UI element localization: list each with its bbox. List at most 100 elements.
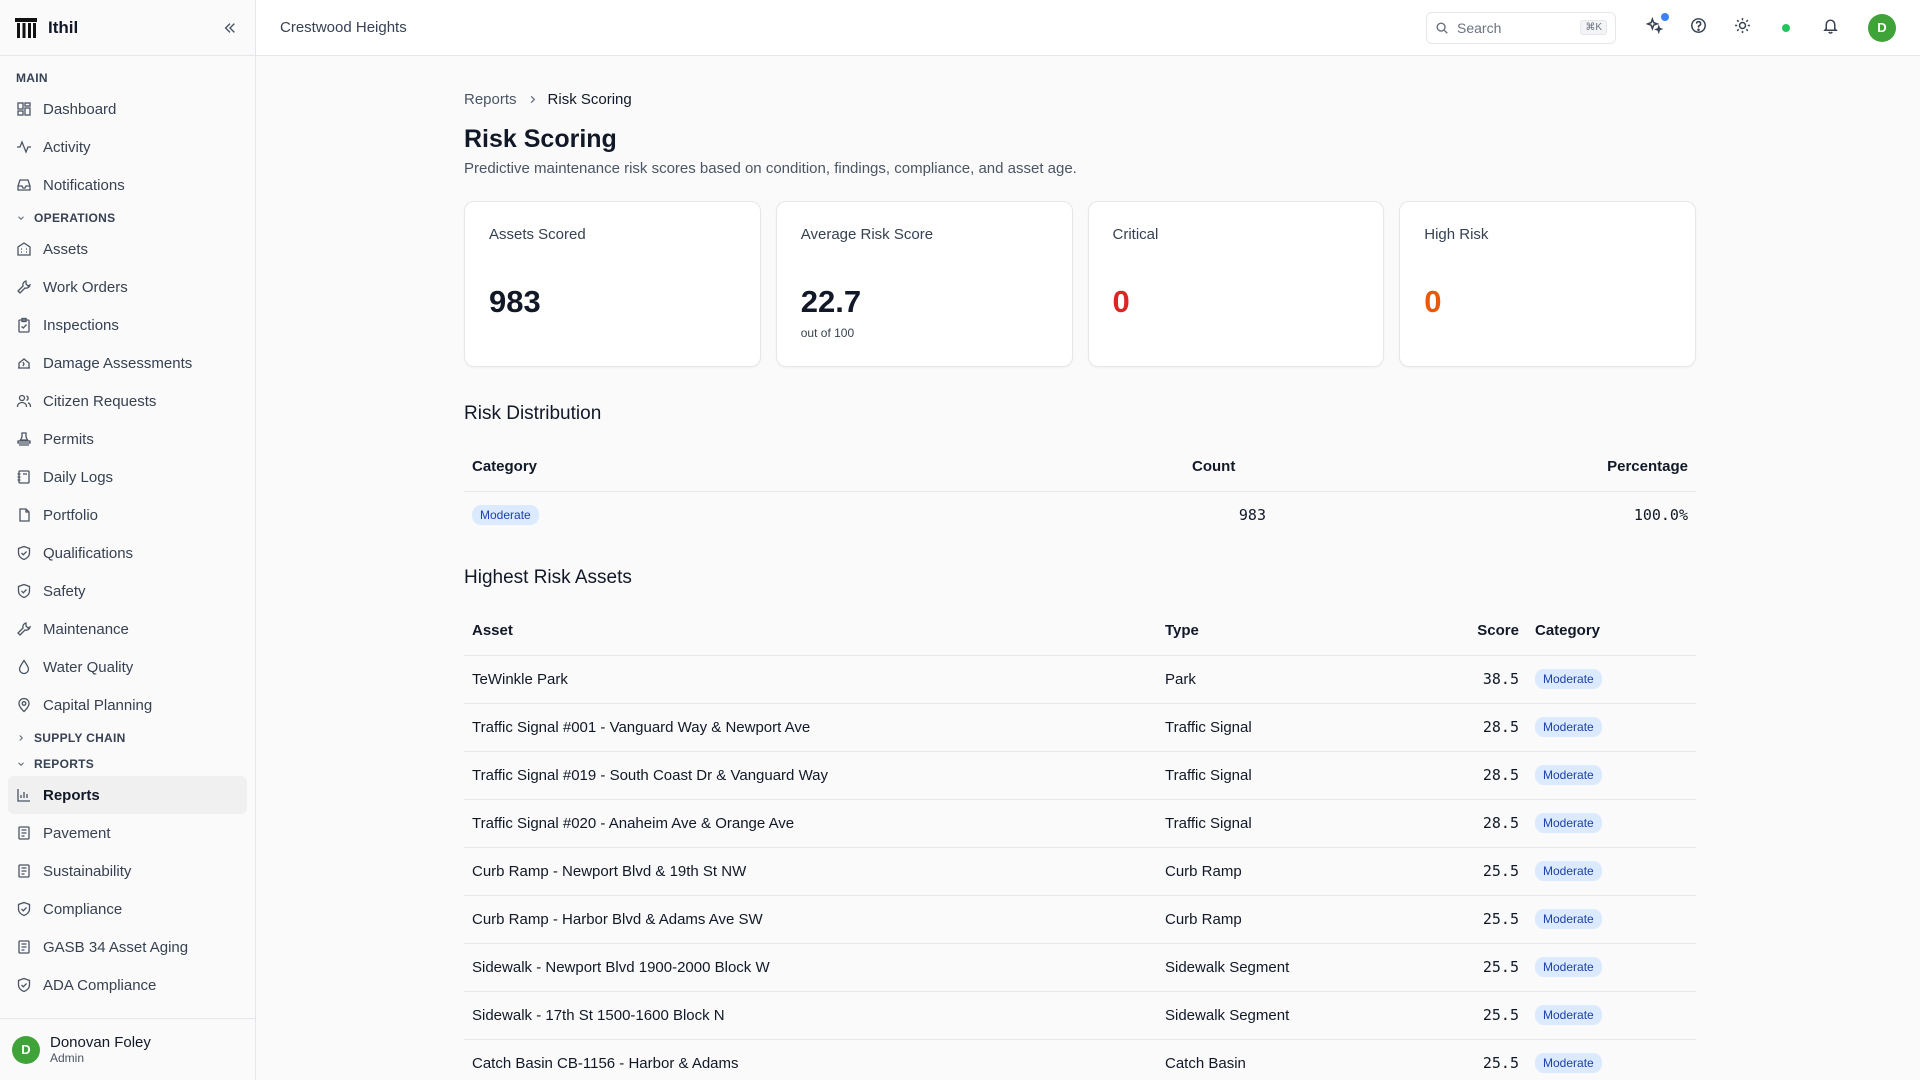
stamp-icon [16,431,32,447]
theme-toggle-button[interactable] [1730,16,1754,40]
score-cell: 25.5 [1407,991,1527,1040]
wrench-icon [16,621,32,637]
count-cell: 983 [1238,506,1266,525]
brand-name: Ithil [48,17,79,37]
category-badge: Moderate [1535,957,1602,977]
sidebar-item-reports[interactable]: Reports [8,776,247,814]
sidebar-item-capital-planning[interactable]: Capital Planning [8,686,247,724]
asset-cell[interactable]: TeWinkle Park [464,655,1157,704]
sidebar-item-label: Water Quality [43,658,134,676]
stat-label: Assets Scored [489,226,586,243]
asset-cell[interactable]: Sidewalk - Newport Blvd 1900-2000 Block … [464,943,1157,992]
asset-cell[interactable]: Traffic Signal #019 - South Coast Dr & V… [464,751,1157,800]
bar-chart-icon [16,787,32,803]
sidebar-item-permits[interactable]: Permits [8,420,247,458]
table-row[interactable]: Traffic Signal #001 - Vanguard Way & New… [464,703,1696,752]
table-row[interactable]: Traffic Signal #020 - Anaheim Ave & Oran… [464,799,1696,848]
user-profile[interactable]: D Donovan Foley Admin [0,1018,256,1080]
stat-label: High Risk [1424,226,1489,243]
breadcrumb-reports-link[interactable]: Reports [464,91,517,108]
section-main: MAIN [16,71,48,85]
sidebar-item-water-quality[interactable]: Water Quality [8,648,247,686]
section-operations[interactable]: OPERATIONS [8,206,247,230]
topbar: Crestwood Heights Search ⌘K D [256,0,1920,56]
shield-check-icon [16,583,32,599]
table-row[interactable]: Curb Ramp - Newport Blvd & 19th St NW Cu… [464,847,1696,896]
asset-cell[interactable]: Curb Ramp - Newport Blvd & 19th St NW [464,847,1157,896]
table-row[interactable]: TeWinkle Park Park 38.5 Moderate [464,655,1696,704]
type-cell: Sidewalk Segment [1157,943,1407,992]
page-content: Reports Risk Scoring Risk Scoring Predic… [464,57,1696,1080]
asset-cell[interactable]: Curb Ramp - Harbor Blvd & Adams Ave SW [464,895,1157,944]
type-cell: Traffic Signal [1157,799,1407,848]
table-row[interactable]: Catch Basin CB-1156 - Harbor & Adams Cat… [464,1039,1696,1080]
sidebar-item-label: Assets [43,240,89,258]
chevron-down-icon [16,759,28,769]
help-button[interactable] [1686,16,1710,40]
breadcrumb-current: Risk Scoring [547,90,632,108]
column-header-count: Count [1184,443,1274,492]
droplet-icon [16,659,32,675]
table-row[interactable]: Traffic Signal #019 - South Coast Dr & V… [464,751,1696,800]
search-input[interactable]: Search ⌘K [1426,11,1616,44]
notification-dot [1661,12,1669,21]
notebook-icon [16,469,32,485]
sidebar-item-safety[interactable]: Safety [8,572,247,610]
stat-value: 983 [489,284,541,319]
stat-value: 0 [1424,284,1442,319]
search-placeholder: Search [1457,19,1502,36]
sidebar-item-ada-compliance[interactable]: ADA Compliance [8,966,247,1004]
sidebar-item-pavement[interactable]: Pavement [8,814,247,852]
type-cell: Curb Ramp [1157,895,1407,944]
report-icon [16,863,32,879]
sidebar-item-activity[interactable]: Activity [8,128,247,166]
status-indicator[interactable] [1774,16,1798,40]
category-badge: Moderate [1535,717,1602,737]
sidebar-item-compliance[interactable]: Compliance [8,890,247,928]
table-row[interactable]: Sidewalk - Newport Blvd 1900-2000 Block … [464,943,1696,992]
sidebar-item-label: Work Orders [43,278,128,296]
sidebar-item-gasb-34-asset-aging[interactable]: GASB 34 Asset Aging [8,928,247,966]
percentage-cell: 100.0% [1633,506,1688,525]
sidebar-item-citizen-requests[interactable]: Citizen Requests [8,382,247,420]
avatar: D [12,1035,40,1064]
sidebar-item-qualifications[interactable]: Qualifications [8,534,247,572]
sidebar-item-label: ADA Compliance [43,976,157,994]
category-cell: Moderate [1527,847,1696,896]
section-reports[interactable]: REPORTS [8,752,247,776]
help-icon [1690,17,1707,38]
category-badge: Moderate [1535,813,1602,833]
ithil-logo-icon[interactable] [14,16,38,40]
map-pin-icon [16,697,32,713]
table-row[interactable]: Curb Ramp - Harbor Blvd & Adams Ave SW C… [464,895,1696,944]
sidebar-item-maintenance[interactable]: Maintenance [8,610,247,648]
type-cell: Park [1157,655,1407,704]
category-cell: Moderate [1527,1039,1696,1080]
sidebar-item-sustainability[interactable]: Sustainability [8,852,247,890]
sidebar-item-damage-assessments[interactable]: Damage Assessments [8,344,247,382]
asset-cell[interactable]: Traffic Signal #020 - Anaheim Ave & Oran… [464,799,1157,848]
category-cell: Moderate [1527,751,1696,800]
sidebar-item-portfolio[interactable]: Portfolio [8,496,247,534]
table-row[interactable]: Sidewalk - 17th St 1500-1600 Block N Sid… [464,991,1696,1040]
shield-check-icon [16,977,32,993]
search-shortcut: ⌘K [1580,20,1607,35]
sidebar-item-daily-logs[interactable]: Daily Logs [8,458,247,496]
asset-cell[interactable]: Sidewalk - 17th St 1500-1600 Block N [464,991,1157,1040]
sidebar: Ithil MAIN Dashboard Activity Notificati… [0,0,256,1080]
sidebar-item-work-orders[interactable]: Work Orders [8,268,247,306]
sidebar-item-dashboard[interactable]: Dashboard [8,90,247,128]
sidebar-item-inspections[interactable]: Inspections [8,306,247,344]
sparkles-button[interactable] [1642,12,1669,40]
asset-cell[interactable]: Catch Basin CB-1156 - Harbor & Adams [464,1039,1157,1080]
category-badge: Moderate [1535,861,1602,881]
asset-cell[interactable]: Traffic Signal #001 - Vanguard Way & New… [464,703,1157,752]
notifications-button[interactable] [1818,16,1842,40]
sidebar-item-notifications[interactable]: Notifications [8,166,247,204]
sidebar-item-label: Citizen Requests [43,392,157,410]
collapse-sidebar-icon[interactable] [219,17,241,39]
section-supply-chain[interactable]: SUPPLY CHAIN [8,726,247,750]
brand-header: Ithil [0,0,255,56]
avatar[interactable]: D [1868,13,1896,42]
sidebar-item-assets[interactable]: Assets [8,230,247,268]
